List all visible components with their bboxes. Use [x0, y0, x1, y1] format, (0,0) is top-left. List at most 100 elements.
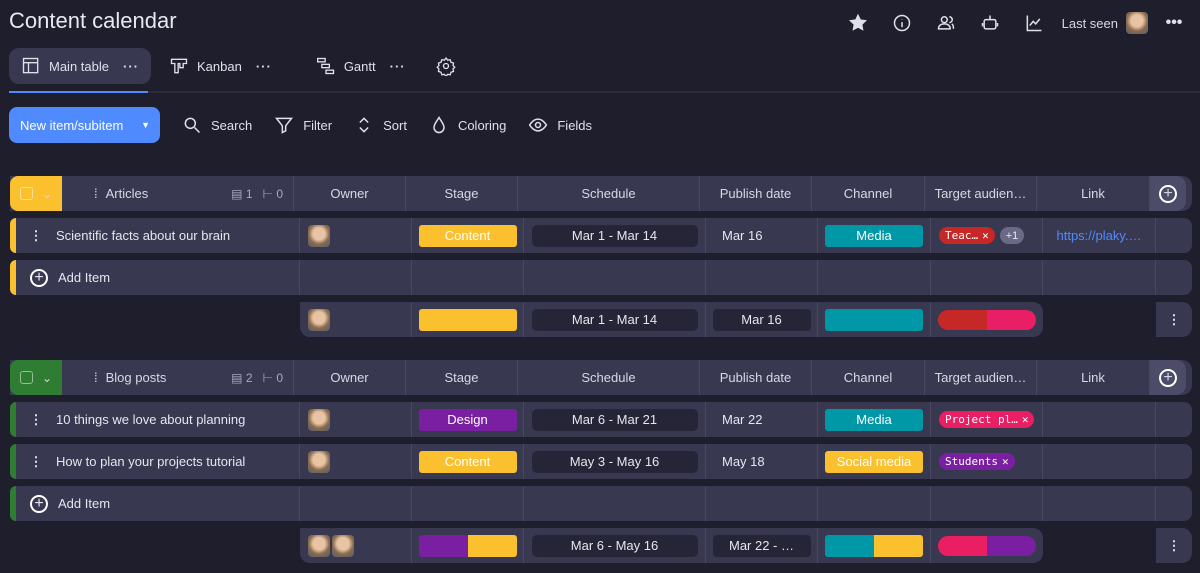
- tab-gantt[interactable]: Gantt ···: [304, 48, 418, 84]
- row-menu-icon[interactable]: ⋮: [16, 412, 56, 428]
- group-checkbox[interactable]: [20, 187, 33, 200]
- audience-cell[interactable]: Teac… ✕ +1: [931, 218, 1043, 253]
- close-icon[interactable]: ✕: [982, 229, 989, 242]
- subitems-icon: ⊢: [262, 370, 273, 385]
- stage-cell[interactable]: Design: [412, 402, 524, 437]
- publish-date-cell[interactable]: May 18: [706, 444, 818, 479]
- column-header[interactable]: Link: [1037, 360, 1150, 395]
- stage-summary: [412, 528, 524, 563]
- group-name[interactable]: Blog posts: [106, 370, 232, 385]
- schedule-cell[interactable]: May 3 - May 16: [524, 444, 706, 479]
- chevron-down-icon[interactable]: ⌄: [42, 187, 52, 201]
- channel-cell[interactable]: Media: [818, 218, 931, 253]
- add-item-button[interactable]: + Add Item: [16, 260, 300, 295]
- search-button[interactable]: Search: [182, 115, 252, 135]
- audience-tag[interactable]: Project pl… ✕: [939, 411, 1035, 428]
- new-item-button[interactable]: New item/subitem ▼: [9, 107, 160, 143]
- add-item-button[interactable]: + Add Item: [16, 486, 300, 521]
- group-checkbox[interactable]: [20, 371, 33, 384]
- sort-button[interactable]: Sort: [354, 115, 407, 135]
- filter-button[interactable]: Filter: [274, 115, 332, 135]
- tab-menu-icon[interactable]: ···: [256, 59, 272, 74]
- summary-menu-icon[interactable]: ⋮: [1156, 302, 1192, 337]
- group-select[interactable]: ⌄: [10, 176, 62, 211]
- column-header[interactable]: Stage: [406, 176, 518, 211]
- group-summary: Mar 1 - Mar 14 Mar 16: [300, 302, 1043, 337]
- item-name[interactable]: 10 things we love about planning: [56, 412, 245, 427]
- row-menu-icon[interactable]: ⋮: [16, 228, 56, 244]
- audience-tag[interactable]: Teac… ✕: [939, 227, 995, 244]
- column-header[interactable]: Target audien…: [925, 360, 1037, 395]
- link-cell[interactable]: [1043, 444, 1156, 479]
- coloring-button[interactable]: Coloring: [429, 115, 506, 135]
- owner-cell[interactable]: [300, 218, 412, 253]
- star-icon[interactable]: [836, 13, 880, 33]
- stage-cell[interactable]: Content: [412, 218, 524, 253]
- link-cell[interactable]: https://plaky.…: [1043, 218, 1156, 253]
- column-header[interactable]: Link: [1037, 176, 1150, 211]
- tab-kanban[interactable]: Kanban ···: [157, 48, 284, 84]
- more-tags-badge[interactable]: +1: [999, 227, 1025, 244]
- channel-label: Media: [825, 408, 923, 431]
- group-select[interactable]: ⌄: [10, 360, 62, 395]
- stage-cell[interactable]: Content: [412, 444, 524, 479]
- drag-handle-icon[interactable]: ⁞: [94, 370, 98, 385]
- summary-segment: [825, 308, 923, 331]
- channel-cell[interactable]: Social media: [818, 444, 931, 479]
- add-column-button[interactable]: +: [1150, 360, 1186, 395]
- column-header[interactable]: Publish date: [700, 360, 812, 395]
- settings-button[interactable]: [424, 48, 468, 84]
- chevron-down-icon[interactable]: ⌄: [42, 371, 52, 385]
- avatar: [308, 408, 330, 431]
- column-header[interactable]: Owner: [294, 176, 406, 211]
- close-icon[interactable]: ✕: [1002, 455, 1009, 468]
- summary-menu-icon[interactable]: ⋮: [1156, 528, 1192, 563]
- publish-date-cell[interactable]: Mar 22: [706, 402, 818, 437]
- column-header[interactable]: Channel: [812, 176, 925, 211]
- plus-circle-icon: +: [30, 268, 48, 287]
- row-menu-icon[interactable]: ⋮: [16, 454, 56, 470]
- schedule-cell[interactable]: Mar 6 - Mar 21: [524, 402, 706, 437]
- column-header[interactable]: Schedule: [518, 360, 700, 395]
- avatar[interactable]: [1126, 12, 1148, 34]
- tab-menu-icon[interactable]: ···: [123, 59, 139, 74]
- audience-tag[interactable]: Students ✕: [939, 453, 1015, 470]
- add-column-button[interactable]: +: [1150, 176, 1186, 211]
- schedule-cell[interactable]: Mar 1 - Mar 14: [524, 218, 706, 253]
- tab-menu-icon[interactable]: ···: [390, 59, 406, 74]
- channel-cell[interactable]: Media: [818, 402, 931, 437]
- summary-bar: [418, 308, 517, 331]
- chart-icon[interactable]: [1012, 13, 1056, 33]
- item-name[interactable]: How to plan your projects tutorial: [56, 454, 245, 469]
- link-cell[interactable]: [1043, 402, 1156, 437]
- group-header: ⌄ ⁞ Blog posts ▤ 2 ⊢ 0 Owner Stage Schedul…: [10, 360, 1192, 395]
- group-name[interactable]: Articles: [106, 186, 232, 201]
- item-name[interactable]: Scientific facts about our brain: [56, 228, 230, 243]
- tab-main-table[interactable]: Main table ···: [9, 48, 151, 84]
- caret-down-icon[interactable]: ▼: [141, 120, 150, 130]
- info-icon[interactable]: [880, 13, 924, 33]
- owner-cell[interactable]: [300, 444, 412, 479]
- publish-date-cell[interactable]: Mar 16: [706, 218, 818, 253]
- audience-cell[interactable]: Project pl… ✕: [931, 402, 1043, 437]
- column-header[interactable]: Publish date: [700, 176, 812, 211]
- owner-cell[interactable]: [300, 402, 412, 437]
- column-header[interactable]: Target audien…: [925, 176, 1037, 211]
- tag-label: Teac…: [945, 229, 979, 242]
- robot-icon[interactable]: [968, 13, 1012, 33]
- column-header[interactable]: Owner: [294, 360, 406, 395]
- drag-handle-icon[interactable]: ⁞: [94, 186, 98, 201]
- more-icon[interactable]: •••: [1148, 14, 1200, 32]
- item-name-cell[interactable]: ⋮ 10 things we love about planning: [16, 402, 300, 437]
- item-name-cell[interactable]: ⋮ Scientific facts about our brain: [16, 218, 300, 253]
- column-header[interactable]: Stage: [406, 360, 518, 395]
- fields-button[interactable]: Fields: [528, 115, 592, 135]
- column-header[interactable]: Schedule: [518, 176, 700, 211]
- users-icon[interactable]: [924, 13, 968, 33]
- link[interactable]: https://plaky.…: [1056, 228, 1141, 243]
- item-name-cell[interactable]: ⋮ How to plan your projects tutorial: [16, 444, 300, 479]
- audience-cell[interactable]: Students ✕: [931, 444, 1043, 479]
- column-header[interactable]: Channel: [812, 360, 925, 395]
- subitems-icon: ⊢: [262, 186, 273, 201]
- close-icon[interactable]: ✕: [1022, 413, 1029, 426]
